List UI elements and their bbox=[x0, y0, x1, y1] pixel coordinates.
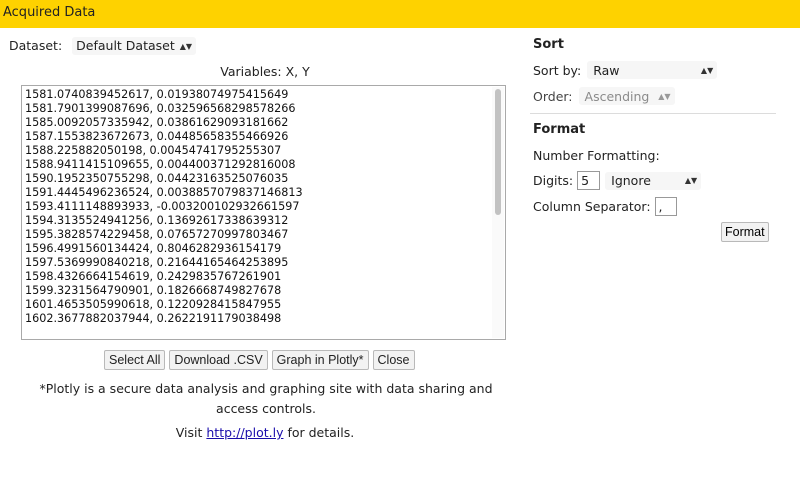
number-formatting-row: Number Formatting: bbox=[533, 148, 660, 163]
digits-row: Digits: 5 Ignore ▲▼ bbox=[533, 171, 702, 190]
order-row: Order: Ascending ▲▼ bbox=[533, 87, 675, 105]
data-line: 1588.225882050198, 0.00454741795255307 bbox=[25, 144, 282, 157]
select-arrows-icon: ▲▼ bbox=[684, 176, 698, 185]
column-separator-label: Column Separator: bbox=[533, 199, 651, 214]
format-button[interactable]: Format bbox=[721, 222, 769, 242]
select-arrows-icon: ▲▼ bbox=[179, 42, 193, 51]
data-line: 1598.4326664154619, 0.2429835767261901 bbox=[25, 270, 282, 283]
plotly-note: *Plotly is a secure data analysis and gr… bbox=[39, 381, 493, 416]
plotly-link[interactable]: http://plot.ly bbox=[206, 425, 283, 440]
vertical-scrollbar[interactable] bbox=[492, 87, 504, 338]
order-select[interactable]: Ascending ▲▼ bbox=[578, 87, 675, 105]
data-line: 1602.3677882037944, 0.2622191179038498 bbox=[25, 312, 282, 325]
select-arrows-icon: ▲▼ bbox=[658, 91, 671, 101]
sort-by-row: Sort by: Raw ▲▼ bbox=[533, 61, 718, 79]
data-line: 1594.3135524941256, 0.13692617338639312 bbox=[25, 214, 289, 227]
data-line: 1599.3231564790901, 0.1826668749827678 bbox=[25, 284, 282, 297]
data-line: 1593.4111148893933, -0.00320010293266159… bbox=[25, 200, 300, 213]
data-line: 1590.1952350755298, 0.04423163525076035 bbox=[25, 172, 289, 185]
data-lines: 1581.0740839452617, 0.01938074975415649 1… bbox=[25, 88, 303, 326]
scrollbar-thumb[interactable] bbox=[495, 89, 501, 215]
window-title: Acquired Data bbox=[3, 5, 96, 20]
digits-input[interactable]: 5 bbox=[577, 171, 601, 190]
column-separator-row: Column Separator: , bbox=[533, 197, 677, 216]
section-divider bbox=[530, 113, 776, 114]
data-line: 1581.7901399087696, 0.032596568298578266 bbox=[25, 102, 296, 115]
data-line: 1587.1553823672673, 0.04485658355466926 bbox=[25, 130, 289, 143]
sort-by-label: Sort by: bbox=[533, 62, 582, 78]
order-label: Order: bbox=[533, 88, 573, 104]
select-arrows-icon: ▲▼ bbox=[700, 65, 714, 75]
data-line: 1581.0740839452617, 0.01938074975415649 bbox=[25, 88, 289, 101]
data-line: 1591.4445496236524, 0.003885707983714681… bbox=[25, 186, 303, 199]
action-buttons: Select All Download .CSV Graph in Plotly… bbox=[104, 350, 415, 370]
dataset-selected: Default Dataset bbox=[76, 38, 175, 53]
data-panel: Dataset: Default Dataset ▲▼ Variables: X,… bbox=[0, 28, 520, 482]
order-value: Ascending bbox=[584, 88, 650, 104]
dataset-row: Dataset: Default Dataset ▲▼ bbox=[9, 37, 197, 55]
data-line: 1597.5369990840218, 0.21644165464253895 bbox=[25, 256, 289, 269]
visit-prefix: Visit bbox=[175, 425, 203, 440]
digits-label: Digits: bbox=[533, 173, 574, 188]
digits-mode-value: Ignore bbox=[611, 173, 651, 188]
close-button[interactable]: Close bbox=[372, 350, 415, 370]
dataset-select[interactable]: Default Dataset ▲▼ bbox=[72, 37, 197, 55]
data-line: 1585.0092057335942, 0.03861629093181662 bbox=[25, 116, 289, 129]
select-all-button[interactable]: Select All bbox=[104, 350, 166, 370]
sort-by-select[interactable]: Raw ▲▼ bbox=[587, 61, 718, 79]
graph-in-plotly-button[interactable]: Graph in Plotly* bbox=[271, 350, 369, 370]
sort-by-value: Raw bbox=[593, 62, 620, 78]
data-line: 1601.4653505990618, 0.1220928415847955 bbox=[25, 298, 282, 311]
data-line: 1588.9411415109655, 0.004400371292816008 bbox=[25, 158, 296, 171]
data-textarea[interactable]: 1581.0740839452617, 0.01938074975415649 1… bbox=[21, 85, 506, 340]
visit-suffix: for details. bbox=[287, 425, 355, 440]
number-formatting-label: Number Formatting: bbox=[533, 148, 660, 163]
dataset-label: Dataset: bbox=[9, 38, 63, 53]
download-csv-button[interactable]: Download .CSV bbox=[169, 350, 268, 370]
data-line: 1596.4991560134424, 0.8046282936154179 bbox=[25, 242, 282, 255]
data-line: 1595.3828574229458, 0.07657270997803467 bbox=[25, 228, 289, 241]
sort-section-title: Sort bbox=[533, 37, 564, 52]
visit-line: Visit http://plot.ly for details. bbox=[0, 425, 530, 440]
title-bar: Acquired Data bbox=[0, 0, 800, 28]
options-panel: Sort Sort by: Raw ▲▼ Order: Ascending ▲▼… bbox=[520, 28, 800, 482]
digits-mode-select[interactable]: Ignore ▲▼ bbox=[605, 171, 702, 190]
format-section-title: Format bbox=[533, 122, 586, 137]
column-separator-input[interactable]: , bbox=[654, 197, 677, 216]
variables-label: Variables: X, Y bbox=[220, 64, 310, 79]
